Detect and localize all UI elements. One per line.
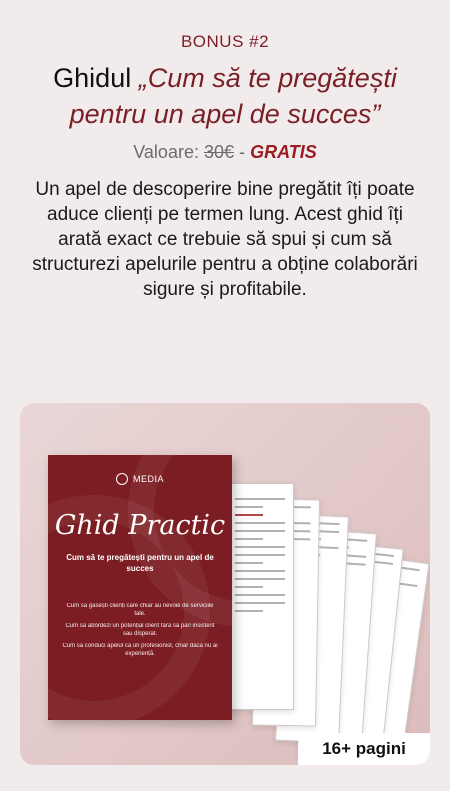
guide-book-cover: MEDIA Ghid Practic Cum să te pregătești …: [48, 455, 232, 720]
bonus-description: Un apel de descoperire bine pregătit îți…: [32, 179, 418, 300]
book-title: Ghid Practic: [54, 510, 226, 541]
old-price: 30€: [203, 142, 235, 162]
bonus-card: BONUS #2 Ghidul „Cum să te pregătești pe…: [0, 0, 450, 791]
book-bullet: Cum să abordezi un potențial client fără…: [65, 623, 215, 637]
bonus-label: BONUS #2: [180, 32, 270, 51]
price-line: Valoare: 30€ - GRATIS: [0, 142, 450, 163]
title-plain: Ghidul: [53, 63, 139, 93]
bonus-title: Ghidul „Cum să te pregătești pentru un a…: [24, 60, 426, 132]
free-tag: GRATIS: [250, 142, 317, 162]
page-sheet: [226, 483, 294, 710]
page-count-badge: 16+ pagini: [298, 733, 430, 765]
book-bullet: Cum să găsești clienți care chiar au nev…: [66, 603, 214, 617]
book-bullet: Cum să conduci apelul ca un profesionist…: [62, 643, 218, 657]
book-subtitle: Cum să te pregătești pentru un apel de s…: [66, 553, 214, 573]
guide-mockup: MEDIA Ghid Practic Cum să te pregătești …: [20, 403, 430, 765]
logo-icon: [115, 473, 128, 485]
price-label: Valoare:: [133, 142, 199, 162]
brand-logo: MEDIA: [48, 473, 232, 485]
price-separator: -: [239, 142, 246, 162]
logo-text: MEDIA: [132, 474, 164, 484]
